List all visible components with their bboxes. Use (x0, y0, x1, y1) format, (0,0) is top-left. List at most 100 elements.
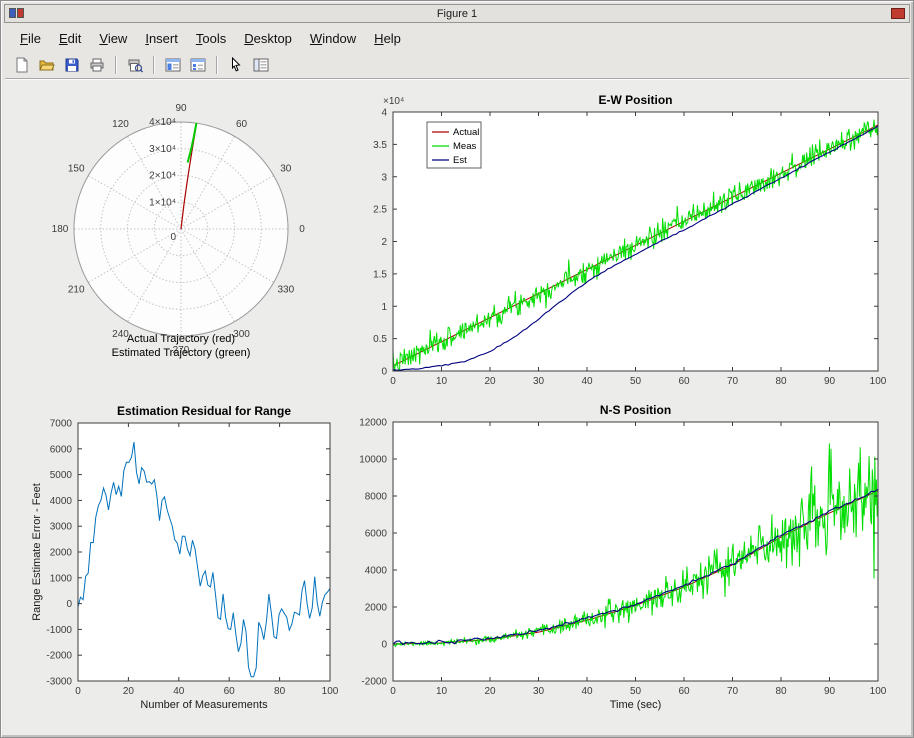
window-menu-icon[interactable] (9, 8, 24, 18)
svg-text:4: 4 (381, 108, 387, 119)
svg-text:300: 300 (233, 329, 250, 340)
svg-text:2000: 2000 (365, 603, 388, 614)
svg-text:90: 90 (824, 686, 836, 697)
property-editor-button[interactable] (250, 54, 272, 76)
svg-text:Number of Measurements: Number of Measurements (140, 699, 268, 711)
svg-text:7000: 7000 (50, 419, 73, 430)
svg-text:30: 30 (533, 686, 545, 697)
svg-text:70: 70 (727, 376, 739, 387)
svg-text:60: 60 (236, 119, 248, 130)
svg-text:E-W Position: E-W Position (599, 93, 673, 107)
toolbar (5, 51, 909, 79)
svg-text:0: 0 (66, 599, 72, 610)
menu-view[interactable]: View (90, 27, 136, 50)
svg-text:40: 40 (173, 686, 185, 697)
svg-text:0: 0 (390, 686, 396, 697)
svg-text:-3000: -3000 (46, 677, 72, 688)
menubar: File Edit View Insert Tools Desktop Wind… (5, 25, 909, 51)
svg-text:1×10⁴: 1×10⁴ (149, 197, 176, 208)
svg-text:10000: 10000 (359, 455, 387, 466)
svg-text:1000: 1000 (50, 573, 73, 584)
menu-window[interactable]: Window (301, 27, 365, 50)
figure-palette-button[interactable] (162, 54, 184, 76)
svg-text:0: 0 (381, 640, 387, 651)
svg-text:30: 30 (280, 164, 292, 175)
svg-text:10: 10 (436, 376, 448, 387)
menu-file[interactable]: File (11, 27, 50, 50)
polar-svg: 03060901201501802102402703003301×10⁴2×10… (36, 93, 336, 373)
menu-insert[interactable]: Insert (136, 27, 187, 50)
property-editor-icon (253, 57, 269, 73)
svg-text:100: 100 (322, 686, 339, 697)
svg-text:6000: 6000 (50, 444, 73, 455)
save-icon (64, 57, 80, 73)
svg-text:4000: 4000 (365, 566, 388, 577)
svg-text:4000: 4000 (50, 496, 73, 507)
svg-text:×10⁴: ×10⁴ (383, 96, 404, 107)
range-residual-plot: 020406080100-3000-2000-10000100020003000… (28, 401, 350, 721)
print-icon (89, 57, 105, 73)
close-button[interactable] (891, 8, 905, 19)
print-preview-button[interactable] (124, 54, 146, 76)
svg-text:3: 3 (381, 172, 387, 183)
window-titlebar[interactable]: Figure 1 (4, 4, 910, 23)
svg-text:90: 90 (175, 103, 187, 114)
svg-text:10: 10 (436, 686, 448, 697)
svg-text:Est: Est (453, 155, 467, 166)
svg-text:20: 20 (484, 376, 496, 387)
residual-svg: 020406080100-3000-2000-10000100020003000… (28, 401, 350, 721)
svg-text:Estimation Residual for Range: Estimation Residual for Range (117, 404, 291, 418)
svg-text:Actual: Actual (453, 127, 479, 138)
svg-text:30: 30 (533, 376, 545, 387)
print-figure-button[interactable] (86, 54, 108, 76)
menu-desktop[interactable]: Desktop (235, 27, 301, 50)
svg-text:80: 80 (274, 686, 286, 697)
svg-text:8000: 8000 (365, 492, 388, 503)
svg-text:0: 0 (390, 376, 396, 387)
ns-position-plot: 0102030405060708090100-20000200040006000… (350, 401, 898, 713)
edit-plot-button[interactable] (225, 54, 247, 76)
menu-tools[interactable]: Tools (187, 27, 235, 50)
svg-text:120: 120 (112, 119, 129, 130)
svg-text:2: 2 (381, 237, 387, 248)
svg-text:20: 20 (123, 686, 135, 697)
svg-text:90: 90 (824, 376, 836, 387)
svg-text:60: 60 (678, 686, 690, 697)
menu-help[interactable]: Help (365, 27, 410, 50)
svg-text:0.5: 0.5 (373, 334, 387, 345)
figure-palette-icon (165, 57, 181, 73)
svg-text:0: 0 (381, 367, 387, 378)
svg-text:-1000: -1000 (46, 625, 72, 636)
svg-text:50: 50 (630, 686, 642, 697)
svg-text:6000: 6000 (365, 529, 388, 540)
svg-text:50: 50 (630, 376, 642, 387)
svg-text:80: 80 (775, 376, 787, 387)
edit-plot-pointer-icon (228, 57, 244, 73)
svg-text:4×10⁴: 4×10⁴ (149, 117, 176, 128)
save-figure-button[interactable] (61, 54, 83, 76)
svg-text:-2000: -2000 (361, 677, 387, 688)
svg-text:0: 0 (299, 224, 305, 235)
toolbar-separator (115, 56, 117, 74)
figure-canvas: 03060901201501802102402703003301×10⁴2×10… (3, 80, 911, 735)
open-file-button[interactable] (36, 54, 58, 76)
toolbar-separator (216, 56, 218, 74)
svg-text:40: 40 (581, 686, 593, 697)
svg-text:60: 60 (678, 376, 690, 387)
svg-text:20: 20 (484, 686, 496, 697)
window-menu-glyph2 (17, 8, 24, 18)
plot-browser-button[interactable] (187, 54, 209, 76)
new-figure-button[interactable] (11, 54, 33, 76)
svg-text:Time (sec): Time (sec) (610, 699, 662, 711)
svg-text:1.5: 1.5 (373, 269, 387, 280)
window-menu-glyph (9, 8, 16, 18)
svg-text:80: 80 (775, 686, 787, 697)
svg-text:Meas: Meas (453, 141, 476, 152)
menu-edit[interactable]: Edit (50, 27, 90, 50)
svg-text:150: 150 (68, 164, 85, 175)
svg-text:40: 40 (581, 376, 593, 387)
svg-text:N-S Position: N-S Position (600, 403, 671, 417)
svg-text:3×10⁴: 3×10⁴ (149, 144, 176, 155)
ew-position-plot: 010203040506070809010000.511.522.533.54E… (350, 91, 898, 393)
polar-trajectory-plot: 03060901201501802102402703003301×10⁴2×10… (36, 93, 336, 373)
